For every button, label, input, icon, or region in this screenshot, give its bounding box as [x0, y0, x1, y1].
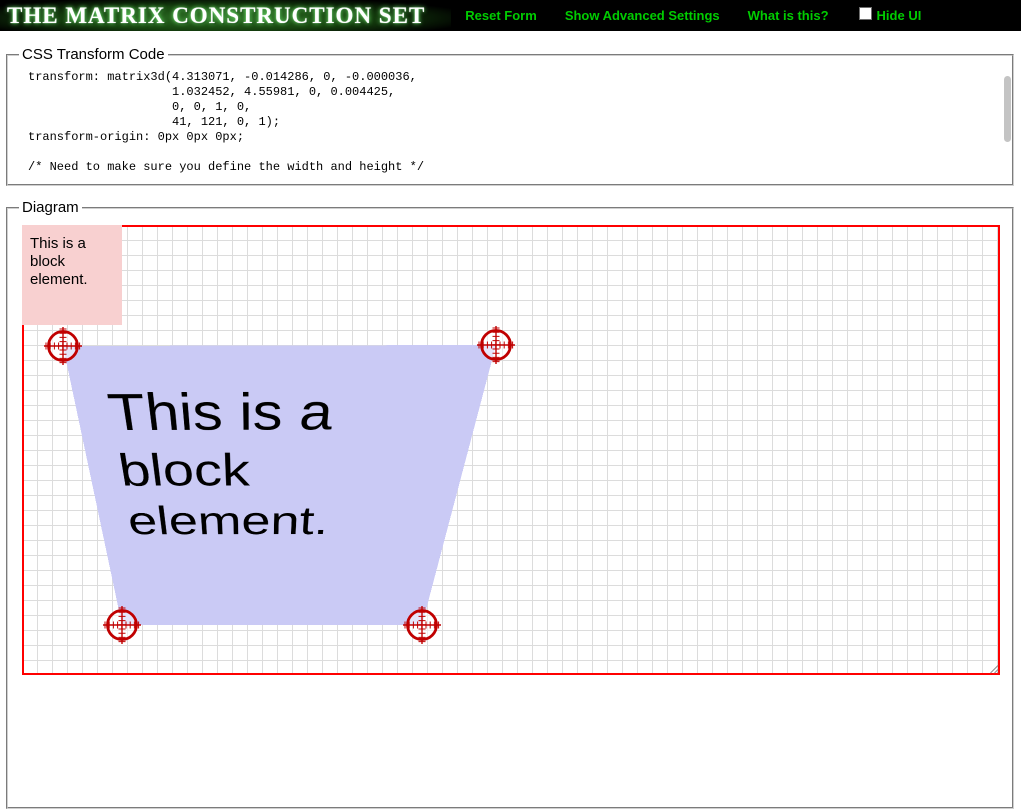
hide-ui-label[interactable]: Hide UI [877, 8, 922, 23]
show-advanced-settings-link[interactable]: Show Advanced Settings [565, 8, 720, 23]
css-code-text: transform: matrix3d(4.313071, -0.014286,… [16, 66, 1004, 178]
transformed-element: This is a block element. [63, 345, 496, 625]
what-is-this-link[interactable]: What is this? [748, 8, 829, 23]
source-element: This is a block element. [22, 225, 122, 325]
diagram-legend: Diagram [19, 199, 82, 216]
corner-drag-handle-icon[interactable] [41, 324, 85, 368]
top-bar: The Matrix Construction Set Reset Form S… [0, 0, 1021, 31]
grid-area: This is a block element. This is a block… [22, 225, 1000, 675]
hide-ui-control: Hide UI [859, 8, 922, 23]
corner-drag-handle-icon[interactable] [100, 603, 144, 647]
resize-grip-icon[interactable] [988, 663, 999, 674]
css-transform-code-legend: CSS Transform Code [19, 46, 168, 63]
css-transform-code-panel: CSS Transform Code transform: matrix3d(4… [6, 46, 1014, 186]
reset-form-link[interactable]: Reset Form [465, 8, 537, 23]
code-scrollbar-thumb[interactable] [1004, 76, 1011, 142]
corner-drag-handle-icon[interactable] [400, 603, 444, 647]
app-title: The Matrix Construction Set [0, 0, 451, 31]
corner-drag-handle-icon[interactable] [474, 323, 518, 367]
hide-ui-checkbox[interactable] [859, 7, 872, 20]
